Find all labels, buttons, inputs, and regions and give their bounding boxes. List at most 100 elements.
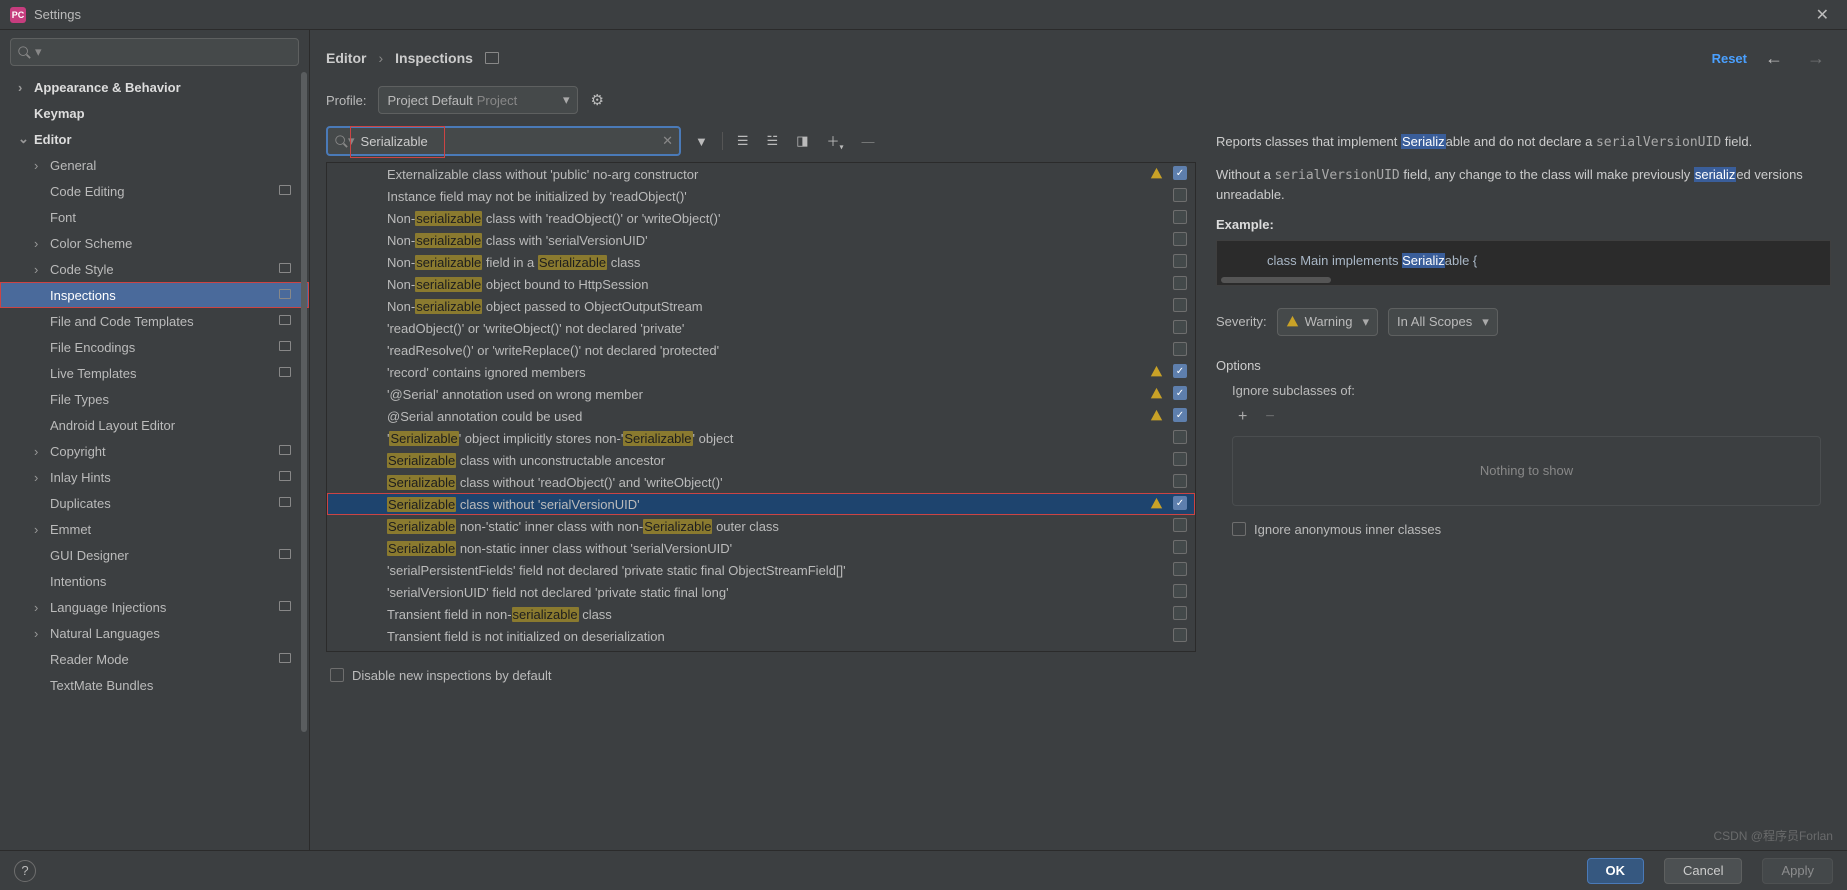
sidebar-item-reader-mode[interactable]: Reader Mode: [0, 646, 309, 672]
inspection-search[interactable]: ▾ ✕: [326, 126, 681, 156]
inspection-checkbox[interactable]: [1173, 518, 1187, 532]
sidebar-item-textmate-bundles[interactable]: TextMate Bundles: [0, 672, 309, 698]
inspection-row[interactable]: Serializable class without 'readObject()…: [327, 471, 1195, 493]
sidebar-item-file-types[interactable]: File Types: [0, 386, 309, 412]
sidebar-item-general[interactable]: ›General: [0, 152, 309, 178]
inspection-row[interactable]: 'serialPersistentFields' field not decla…: [327, 559, 1195, 581]
remove-icon[interactable]: —: [858, 130, 879, 153]
sidebar-item-gui-designer[interactable]: GUI Designer: [0, 542, 309, 568]
inspection-checkbox[interactable]: [1173, 298, 1187, 312]
inspection-row[interactable]: 'serialVersionUID' field not declared 'p…: [327, 581, 1195, 603]
inspection-row[interactable]: Non-serializable object passed to Object…: [327, 295, 1195, 317]
sidebar-item-appearance-behavior[interactable]: ›Appearance & Behavior: [0, 74, 309, 100]
filter-icon[interactable]: ▼: [691, 130, 712, 153]
inspection-row[interactable]: Externalizable class without 'public' no…: [327, 163, 1195, 185]
nav-fwd-icon[interactable]: →: [1801, 48, 1831, 69]
remove-class-icon[interactable]: −: [1259, 406, 1280, 428]
sidebar-item-copyright[interactable]: ›Copyright: [0, 438, 309, 464]
sidebar-item-font[interactable]: Font: [0, 204, 309, 230]
sidebar-item-keymap[interactable]: Keymap: [0, 100, 309, 126]
sidebar-item-inspections[interactable]: Inspections: [0, 282, 309, 308]
inspection-checkbox[interactable]: [1173, 452, 1187, 466]
sidebar-item-file-encodings[interactable]: File Encodings: [0, 334, 309, 360]
ok-button[interactable]: OK: [1587, 858, 1645, 884]
gear-icon[interactable]: ⚙: [590, 91, 603, 109]
inspection-checkbox[interactable]: ✓: [1173, 408, 1187, 422]
inspection-row[interactable]: Non-serializable field in a Serializable…: [327, 251, 1195, 273]
scope-dropdown[interactable]: In All Scopes ▾: [1388, 308, 1498, 336]
inspection-search-input[interactable]: [361, 134, 663, 149]
profile-dropdown[interactable]: Project Default Project ▾: [378, 86, 578, 114]
inspection-checkbox[interactable]: [1173, 188, 1187, 202]
sidebar-item-language-injections[interactable]: ›Language Injections: [0, 594, 309, 620]
ignore-anon-checkbox[interactable]: [1232, 522, 1246, 536]
inspection-row[interactable]: Non-serializable object bound to HttpSes…: [327, 273, 1195, 295]
inspection-checkbox[interactable]: [1173, 276, 1187, 290]
inspection-row[interactable]: 'readObject()' or 'writeObject()' not de…: [327, 317, 1195, 339]
inspection-checkbox[interactable]: [1173, 540, 1187, 554]
ignore-anon-row[interactable]: Ignore anonymous inner classes: [1232, 522, 1831, 537]
reset-link[interactable]: Reset: [1712, 51, 1747, 66]
sidebar-item-code-editing[interactable]: Code Editing: [0, 178, 309, 204]
sidebar-item-inlay-hints[interactable]: ›Inlay Hints: [0, 464, 309, 490]
inspection-checkbox[interactable]: ✓: [1173, 166, 1187, 180]
inspection-row[interactable]: Non-serializable class with 'serialVersi…: [327, 229, 1195, 251]
help-icon[interactable]: ?: [14, 860, 36, 882]
inspection-row[interactable]: Serializable non-'static' inner class wi…: [327, 515, 1195, 537]
inspection-row[interactable]: 'readResolve()' or 'writeReplace()' not …: [327, 339, 1195, 361]
inspection-checkbox[interactable]: [1173, 320, 1187, 334]
apply-button[interactable]: Apply: [1762, 858, 1833, 884]
inspection-checkbox[interactable]: [1173, 342, 1187, 356]
inspection-checkbox[interactable]: [1173, 606, 1187, 620]
inspection-row[interactable]: Serializable class without 'serialVersio…: [327, 493, 1195, 515]
disable-new-row[interactable]: Disable new inspections by default: [326, 660, 1196, 690]
scope-value: In All Scopes: [1397, 314, 1472, 329]
sidebar-search[interactable]: ▾: [10, 38, 299, 66]
inspection-row[interactable]: Non-serializable class with 'readObject(…: [327, 207, 1195, 229]
close-icon[interactable]: ✕: [1808, 1, 1837, 29]
inspection-checkbox[interactable]: ✓: [1173, 386, 1187, 400]
sidebar-item-live-templates[interactable]: Live Templates: [0, 360, 309, 386]
inspection-checkbox[interactable]: [1173, 628, 1187, 642]
sidebar-item-intentions[interactable]: Intentions: [0, 568, 309, 594]
inspection-row[interactable]: Serializable class with unconstructable …: [327, 449, 1195, 471]
inspection-checkbox[interactable]: [1173, 584, 1187, 598]
sidebar-item-code-style[interactable]: ›Code Style: [0, 256, 309, 282]
inspection-checkbox[interactable]: [1173, 254, 1187, 268]
inspection-checkbox[interactable]: ✓: [1173, 496, 1187, 510]
inspection-row[interactable]: '@Serial' annotation used on wrong membe…: [327, 383, 1195, 405]
inspection-row[interactable]: 'record' contains ignored members✓: [327, 361, 1195, 383]
sidebar-scrollbar[interactable]: [301, 72, 307, 732]
severity-dropdown[interactable]: Warning ▾: [1277, 308, 1378, 336]
inspection-checkbox[interactable]: [1173, 562, 1187, 576]
cancel-button[interactable]: Cancel: [1664, 858, 1742, 884]
inspection-row[interactable]: 'Serializable' object implicitly stores …: [327, 427, 1195, 449]
inspection-row[interactable]: Serializable non-static inner class with…: [327, 537, 1195, 559]
disable-new-checkbox[interactable]: [330, 668, 344, 682]
nav-back-icon[interactable]: ←: [1759, 48, 1789, 69]
sidebar-item-android-layout-editor[interactable]: Android Layout Editor: [0, 412, 309, 438]
add-icon[interactable]: ＋▾: [822, 127, 847, 156]
inspection-row[interactable]: Transient field is not initialized on de…: [327, 625, 1195, 647]
sidebar-item-duplicates[interactable]: Duplicates: [0, 490, 309, 516]
inspection-row[interactable]: @Serial annotation could be used✓: [327, 405, 1195, 427]
inspection-checkbox[interactable]: [1173, 474, 1187, 488]
sidebar-item-editor[interactable]: ⌄Editor: [0, 126, 309, 152]
clear-search-icon[interactable]: ✕: [662, 133, 673, 149]
inspection-checkbox[interactable]: [1173, 232, 1187, 246]
inspection-checkbox[interactable]: [1173, 210, 1187, 224]
inspection-checkbox[interactable]: [1173, 430, 1187, 444]
group-icon[interactable]: ◨: [792, 129, 812, 153]
inspection-row[interactable]: Instance field may not be initialized by…: [327, 185, 1195, 207]
sidebar-item-file-and-code-templates[interactable]: File and Code Templates: [0, 308, 309, 334]
inspection-checkbox[interactable]: ✓: [1173, 364, 1187, 378]
sidebar-item-emmet[interactable]: ›Emmet: [0, 516, 309, 542]
sidebar-item-natural-languages[interactable]: ›Natural Languages: [0, 620, 309, 646]
crumb-editor[interactable]: Editor: [326, 50, 366, 66]
add-class-icon[interactable]: +: [1232, 406, 1253, 428]
collapse-all-icon[interactable]: ☱: [763, 129, 783, 153]
expand-all-icon[interactable]: ☰: [733, 129, 753, 153]
inspection-row[interactable]: Transient field in non-serializable clas…: [327, 603, 1195, 625]
sidebar-item-color-scheme[interactable]: ›Color Scheme: [0, 230, 309, 256]
code-scrollbar[interactable]: [1221, 277, 1331, 283]
